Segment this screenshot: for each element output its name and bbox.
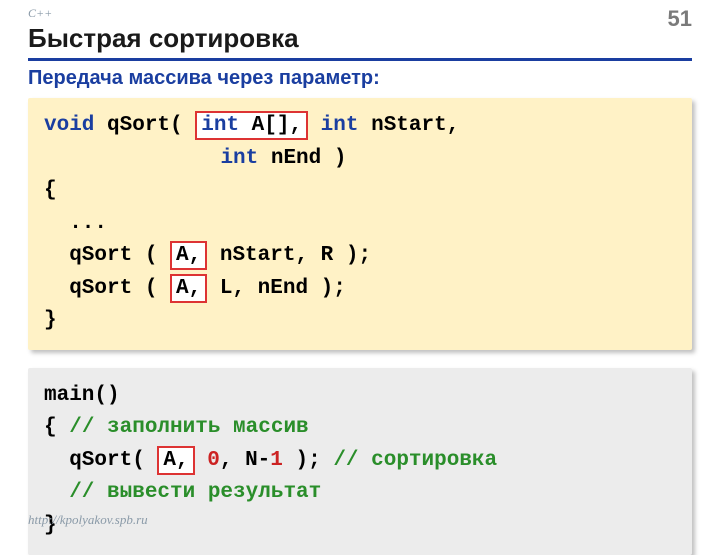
comment: // заполнить массив (69, 416, 308, 439)
page-number: 51 (668, 6, 692, 32)
keyword-void: void (44, 114, 94, 137)
number-literal: 0 (207, 449, 220, 472)
highlight-A: A, (170, 274, 207, 303)
code-text: nStart, (359, 114, 460, 137)
number-literal: 1 (270, 449, 283, 472)
code-text: nStart, R ); (207, 244, 371, 267)
code-block-function: void qSort( int A[], int nStart, int nEn… (28, 98, 692, 350)
highlight-A: A, (170, 241, 207, 270)
code-text: ); (283, 449, 333, 472)
page-title: Быстрая сортировка (28, 23, 692, 61)
code-text: qSort( (44, 449, 157, 472)
highlight-A: A, (157, 446, 194, 475)
footer-url: http://kpolyakov.spb.ru (28, 512, 148, 528)
comment: // сортировка (333, 449, 497, 472)
comment: // вывести результат (44, 481, 321, 504)
code-text: main() (44, 384, 120, 407)
code-text: nEnd ) (258, 147, 346, 170)
code-text: qSort( (94, 114, 195, 137)
code-text: { (44, 179, 57, 202)
code-text: { (44, 416, 69, 439)
code-text: A[], (239, 114, 302, 137)
code-text: ... (44, 212, 107, 235)
code-text: , N- (220, 449, 270, 472)
language-tag: C++ (28, 6, 692, 21)
subtitle: Передача массива через параметр: (28, 67, 692, 90)
code-text (195, 449, 208, 472)
code-text: } (44, 309, 57, 332)
code-text (44, 147, 220, 170)
keyword-int: int (308, 114, 358, 137)
keyword-int: int (201, 114, 239, 137)
highlight-int-array: int A[], (195, 111, 308, 140)
code-text: L, nEnd ); (207, 277, 346, 300)
code-text: qSort ( (44, 244, 170, 267)
keyword-int: int (220, 147, 258, 170)
code-text: qSort ( (44, 277, 170, 300)
